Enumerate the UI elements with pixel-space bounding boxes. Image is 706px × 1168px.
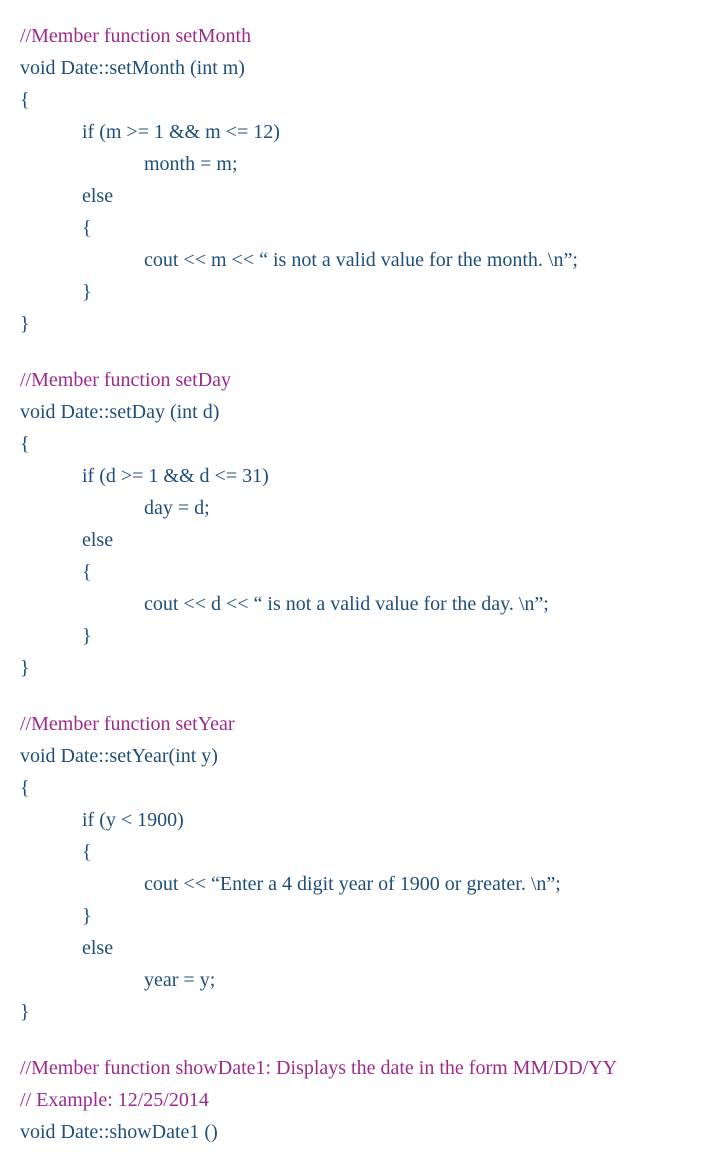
code-line: void Date::setMonth (int m) (20, 52, 686, 84)
code-line: else (20, 524, 686, 556)
code-line: { (20, 556, 686, 588)
code-line: if (y < 1900) (20, 804, 686, 836)
code-line: { (20, 212, 686, 244)
code-line: month = m; (20, 148, 686, 180)
code-line: { (20, 84, 686, 116)
code-line: day = d; (20, 492, 686, 524)
code-line: if (d >= 1 && d <= 31) (20, 460, 686, 492)
code-line: cout << d << “ is not a valid value for … (20, 588, 686, 620)
blank-line (20, 1028, 686, 1052)
code-comment: //Member function showDate1: Displays th… (20, 1052, 686, 1084)
code-line: cout << “Enter a 4 digit year of 1900 or… (20, 868, 686, 900)
code-comment: //Member function setMonth (20, 20, 686, 52)
blank-line (20, 684, 686, 708)
code-line: { (20, 772, 686, 804)
code-line: void Date::showDate1 () (20, 1116, 686, 1148)
code-line: } (20, 620, 686, 652)
code-line: } (20, 900, 686, 932)
code-comment: // Example: 12/25/2014 (20, 1084, 686, 1116)
code-line: } (20, 276, 686, 308)
code-line: } (20, 996, 686, 1028)
code-line: void Date::setYear(int y) (20, 740, 686, 772)
code-comment: //Member function setDay (20, 364, 686, 396)
blank-line (20, 340, 686, 364)
code-line: if (m >= 1 && m <= 12) (20, 116, 686, 148)
code-line: cout << m << “ is not a valid value for … (20, 244, 686, 276)
code-line: else (20, 180, 686, 212)
code-line: void Date::setDay (int d) (20, 396, 686, 428)
code-comment: //Member function setYear (20, 708, 686, 740)
code-line: } (20, 652, 686, 684)
code-line: else (20, 932, 686, 964)
code-line: { (20, 428, 686, 460)
code-line: } (20, 308, 686, 340)
code-line: { (20, 836, 686, 868)
code-line: year = y; (20, 964, 686, 996)
